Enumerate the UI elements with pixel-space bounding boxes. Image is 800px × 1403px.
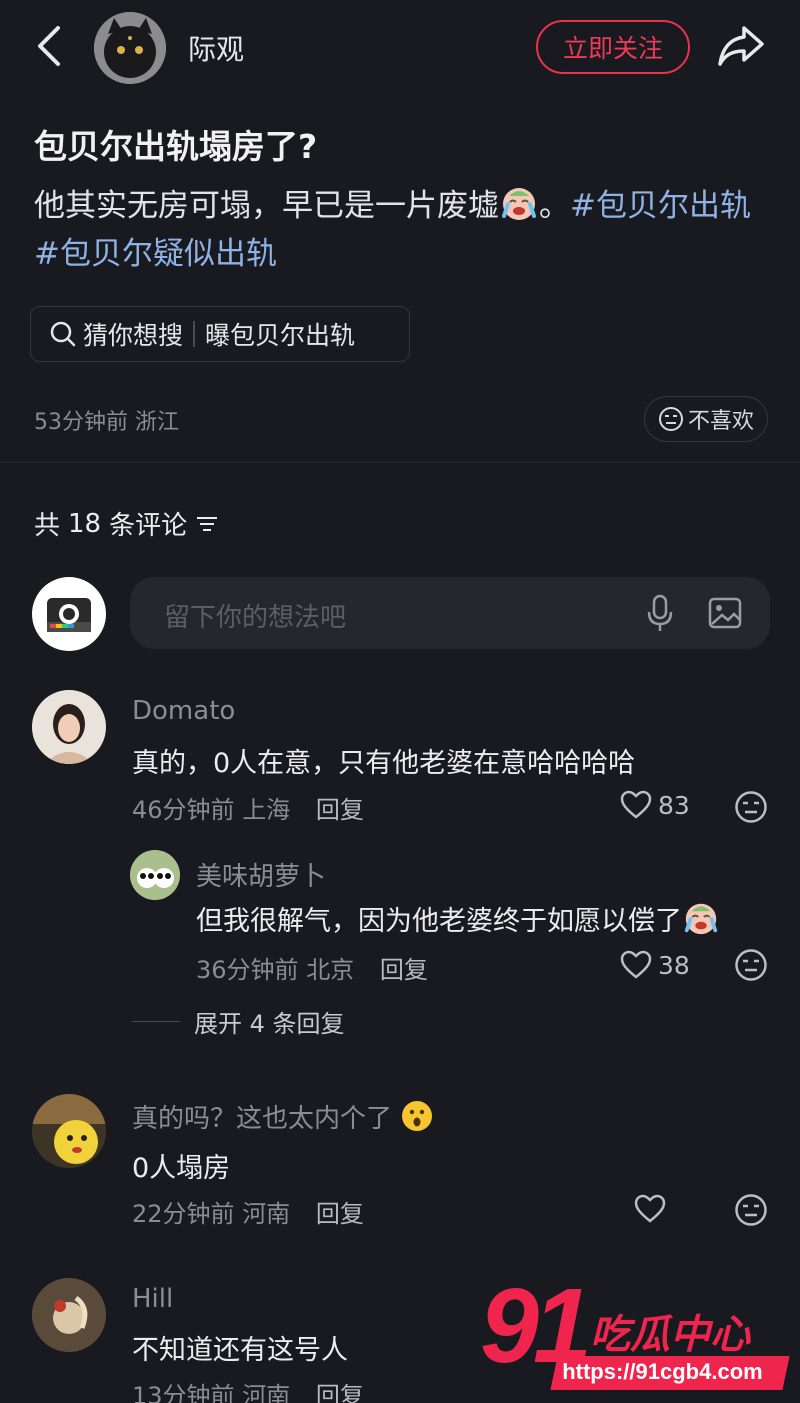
reply-text: 但我很解气，因为他老婆终于如愿以偿了 bbox=[196, 906, 682, 937]
comment-time: 22分钟前 bbox=[132, 1200, 235, 1228]
dislike-button[interactable]: 不喜欢 bbox=[644, 396, 768, 442]
suggested-search-term: 曝包贝尔出轨 bbox=[205, 321, 356, 350]
like-button[interactable]: 38 bbox=[620, 950, 690, 980]
heart-icon bbox=[620, 950, 652, 979]
hashtag-link[interactable]: #包贝尔出轨 bbox=[570, 188, 751, 224]
expand-line bbox=[132, 1021, 180, 1022]
crying-laughing-emoji-icon bbox=[682, 898, 722, 938]
neutral-face-icon bbox=[658, 407, 683, 431]
camera-icon bbox=[47, 598, 91, 632]
comment-composer[interactable]: 留下你的想法吧 bbox=[130, 577, 770, 649]
comment-location: 上海 bbox=[242, 796, 291, 824]
sort-filter-icon[interactable] bbox=[195, 514, 219, 534]
share-icon[interactable] bbox=[716, 22, 766, 70]
expand-replies-button[interactable]: 展开 4 条回复 bbox=[132, 1004, 345, 1039]
commenter-name[interactable]: 真的吗？这也太内个了 bbox=[132, 1104, 392, 1134]
reply-meta: 36分钟前 北京 回复 bbox=[196, 950, 428, 985]
image-icon[interactable] bbox=[708, 597, 742, 629]
commenter-name[interactable]: Domato bbox=[132, 696, 235, 726]
suggested-search-chip[interactable]: 猜你想搜 曝包贝尔出轨 bbox=[30, 306, 410, 362]
comment-time: 13分钟前 bbox=[132, 1382, 235, 1403]
reply-button[interactable]: 回复 bbox=[380, 956, 428, 984]
my-avatar[interactable] bbox=[32, 577, 106, 651]
comment-text: 0人塌房 bbox=[132, 1153, 231, 1184]
back-icon[interactable] bbox=[30, 24, 70, 68]
comment-text: 真的，0人在意，只有他老婆在意哈哈哈哈 bbox=[132, 748, 636, 779]
commenter-avatar[interactable] bbox=[32, 1094, 106, 1168]
comment-text: 不知道还有这号人 bbox=[132, 1335, 348, 1366]
dislike-face-icon[interactable] bbox=[734, 1193, 768, 1227]
follow-button[interactable]: 立即关注 bbox=[536, 20, 690, 74]
like-button[interactable]: 83 bbox=[620, 790, 690, 820]
comment-meta: 13分钟前 河南 回复 bbox=[132, 1376, 364, 1403]
reply-text-row: 但我很解气，因为他老婆终于如愿以偿了 bbox=[196, 898, 722, 938]
like-button[interactable] bbox=[634, 1194, 672, 1224]
watermark-logo: 91 吃瓜中心 https://91cgb4.com bbox=[480, 1267, 790, 1400]
post-location: 浙江 bbox=[135, 410, 180, 435]
like-count: 83 bbox=[658, 790, 690, 820]
suggested-search-label: 猜你想搜 bbox=[83, 321, 184, 350]
author-avatar[interactable] bbox=[94, 12, 166, 84]
comment-meta: 22分钟前 河南 回复 bbox=[132, 1194, 364, 1229]
commenter-name-row: 真的吗？这也太内个了 bbox=[132, 1098, 434, 1135]
replier-name[interactable]: 美味胡萝卜 bbox=[196, 856, 326, 893]
comment-count-header[interactable]: 共 18 条评论 bbox=[34, 505, 219, 542]
comment-count-prefix: 共 bbox=[34, 511, 61, 541]
surprised-face-emoji-icon bbox=[400, 1099, 434, 1133]
dislike-label: 不喜欢 bbox=[687, 409, 754, 434]
dislike-face-icon[interactable] bbox=[734, 948, 768, 982]
search-icon bbox=[50, 321, 76, 347]
comment-meta: 46分钟前 上海 回复 bbox=[132, 790, 364, 825]
hashtag-link[interactable]: #包贝尔疑似出轨 bbox=[34, 236, 277, 272]
post-body-text: 他其实无房可塌，早已是一片废墟 bbox=[34, 188, 499, 224]
watermark-brand: 吃瓜中心 bbox=[590, 1312, 750, 1358]
comment-input[interactable]: 留下你的想法吧 bbox=[164, 597, 346, 634]
post-time: 53分钟前 bbox=[34, 410, 128, 435]
heart-icon bbox=[634, 1194, 666, 1223]
commenter-name[interactable]: Hill bbox=[132, 1284, 173, 1314]
reply-button[interactable]: 回复 bbox=[316, 796, 364, 824]
microphone-icon[interactable] bbox=[646, 593, 674, 633]
comment-count: 18 bbox=[68, 508, 102, 539]
commenter-avatar[interactable] bbox=[32, 690, 106, 764]
crying-laughing-emoji-icon bbox=[499, 182, 539, 222]
dislike-face-icon[interactable] bbox=[734, 790, 768, 824]
post-meta: 53分钟前 浙江 bbox=[34, 404, 179, 436]
comment-count-suffix: 条评论 bbox=[109, 511, 188, 541]
like-count: 38 bbox=[658, 950, 690, 980]
section-divider bbox=[0, 462, 800, 463]
chip-divider bbox=[193, 321, 196, 347]
heart-icon bbox=[620, 790, 652, 819]
author-name[interactable]: 际观 bbox=[188, 28, 244, 68]
post-body-period: 。 bbox=[539, 188, 570, 224]
reply-button[interactable]: 回复 bbox=[316, 1200, 364, 1228]
comment-time: 46分钟前 bbox=[132, 796, 235, 824]
reply-location: 北京 bbox=[306, 956, 355, 984]
comment-location: 河南 bbox=[242, 1382, 291, 1403]
watermark-url-badge: https://91cgb4.com bbox=[550, 1356, 790, 1390]
reply-time: 36分钟前 bbox=[196, 956, 299, 984]
expand-replies-label: 展开 4 条回复 bbox=[194, 1010, 345, 1038]
replier-avatar[interactable] bbox=[130, 850, 180, 900]
comment-location: 河南 bbox=[242, 1200, 291, 1228]
post-title: 包贝尔出轨塌房了? bbox=[34, 127, 318, 166]
reply-button[interactable]: 回复 bbox=[316, 1382, 364, 1403]
post-body: 他其实无房可塌，早已是一片废墟 。#包贝尔出轨 #包贝尔疑似出轨 bbox=[34, 182, 774, 278]
commenter-avatar[interactable] bbox=[32, 1278, 106, 1352]
watermark-url: https://91cgb4.com bbox=[562, 1359, 763, 1384]
